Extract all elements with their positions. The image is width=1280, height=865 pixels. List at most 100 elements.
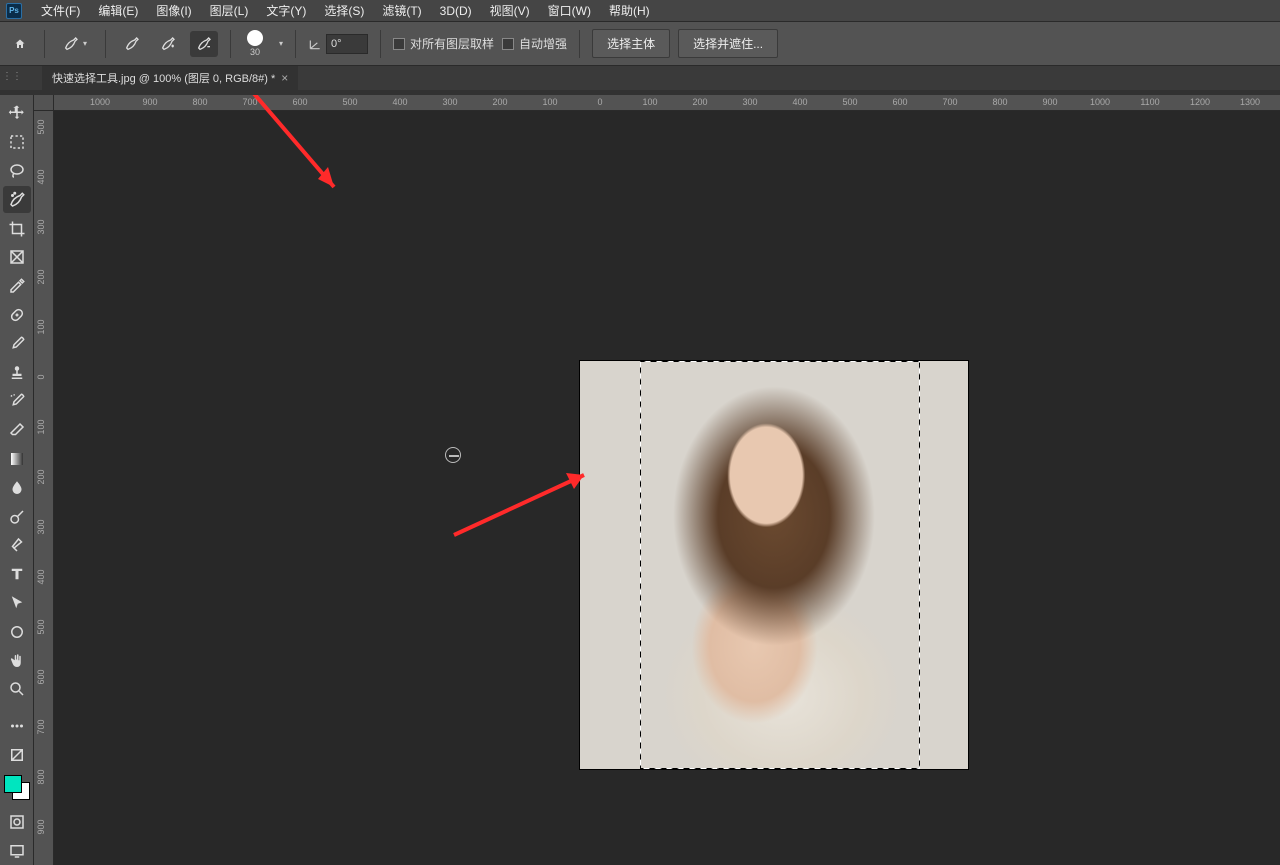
color-swatches[interactable] (4, 775, 30, 800)
ruler-tick: 100 (36, 319, 46, 334)
document-tab-bar: 快速选择工具.jpg @ 100% (图层 0, RGB/8#) * × (0, 66, 1280, 90)
ruler-tick: 500 (36, 119, 46, 134)
tool-zoom[interactable] (3, 676, 31, 703)
subtract-selection-button[interactable] (190, 31, 218, 57)
menu-edit[interactable]: 编辑(E) (89, 0, 147, 22)
home-button[interactable] (8, 31, 32, 57)
menu-layer[interactable]: 图层(L) (201, 0, 258, 22)
separator (44, 30, 45, 58)
tool-edit-toolbar[interactable] (3, 741, 31, 768)
separator (295, 30, 296, 58)
angle-icon (308, 37, 322, 51)
brush-preset-picker[interactable]: 30 (243, 30, 267, 57)
ruler-tick: 900 (142, 97, 157, 107)
tool-pen[interactable] (3, 532, 31, 559)
ruler-tick: 100 (542, 97, 557, 107)
tool-lasso[interactable] (3, 158, 31, 185)
ruler-tick: 300 (36, 519, 46, 534)
checkbox-label: 对所有图层取样 (410, 35, 494, 52)
menu-window[interactable]: 窗口(W) (539, 0, 600, 22)
ruler-tick: 0 (597, 97, 602, 107)
options-bar: ▾ 30 ▾ 对所有图层取样 自动增强 选择主体 选择并遮住... (0, 22, 1280, 66)
checkbox-box-icon (502, 38, 514, 50)
ruler-tick: 1000 (90, 97, 110, 107)
ruler-vertical: 5004003002001000100200300400500600700800… (34, 111, 54, 865)
menu-view[interactable]: 视图(V) (481, 0, 539, 22)
tool-menu[interactable] (3, 712, 31, 739)
tool-gradient[interactable] (3, 446, 31, 473)
panel-toggle-icon[interactable]: ⋮⋮ (4, 68, 20, 84)
ruler-tick: 600 (892, 97, 907, 107)
checkbox-label: 自动增强 (519, 35, 567, 52)
angle-input[interactable] (326, 34, 368, 54)
tool-marquee[interactable] (3, 129, 31, 156)
tool-type[interactable] (3, 561, 31, 588)
select-and-mask-button[interactable]: 选择并遮住... (678, 29, 778, 58)
checkbox-box-icon (393, 38, 405, 50)
tool-blur[interactable] (3, 474, 31, 501)
select-subject-button[interactable]: 选择主体 (592, 29, 670, 58)
document-tab[interactable]: 快速选择工具.jpg @ 100% (图层 0, RGB/8#) * × (42, 66, 298, 90)
menu-help[interactable]: 帮助(H) (600, 0, 659, 22)
ruler-tick: 500 (36, 619, 46, 634)
brush-preview-icon (247, 30, 263, 46)
ruler-horizontal: 1000900800700600500400300200100010020030… (54, 95, 1280, 111)
tool-preset-dropdown[interactable]: ▾ (57, 31, 93, 57)
menu-bar: Ps 文件(F) 编辑(E) 图像(I) 图层(L) 文字(Y) 选择(S) 滤… (0, 0, 1280, 22)
menu-filter[interactable]: 滤镜(T) (373, 0, 430, 22)
tool-brush[interactable] (3, 330, 31, 357)
tool-eyedropper[interactable] (3, 273, 31, 300)
ruler-tick: 700 (36, 719, 46, 734)
brush-size-label: 30 (250, 47, 260, 57)
angle-control (308, 34, 368, 54)
ruler-corner (34, 95, 54, 111)
ruler-tick: 200 (692, 97, 707, 107)
tool-shape[interactable] (3, 618, 31, 645)
ruler-tick: 800 (36, 769, 46, 784)
ruler-tick: 300 (36, 219, 46, 234)
separator (105, 30, 106, 58)
ruler-tick: 1000 (1090, 97, 1110, 107)
tool-heal[interactable] (3, 302, 31, 329)
tool-frame[interactable] (3, 244, 31, 271)
ruler-tick: 300 (742, 97, 757, 107)
tool-eraser[interactable] (3, 417, 31, 444)
ruler-tick: 600 (292, 97, 307, 107)
ruler-tick: 500 (842, 97, 857, 107)
brush-dropdown-icon[interactable]: ▾ (279, 39, 283, 48)
menu-image[interactable]: 图像(I) (147, 0, 200, 22)
add-selection-button[interactable] (154, 31, 182, 57)
ruler-tick: 800 (192, 97, 207, 107)
menu-select[interactable]: 选择(S) (315, 0, 373, 22)
auto-enhance-checkbox[interactable]: 自动增强 (502, 35, 567, 52)
tool-path-select[interactable] (3, 590, 31, 617)
foreground-color-swatch[interactable] (4, 775, 22, 793)
brush-cursor-icon (445, 447, 461, 463)
tool-quick-select[interactable] (3, 186, 31, 213)
tool-quick-mask[interactable] (3, 809, 31, 836)
tool-screen-mode[interactable] (3, 837, 31, 864)
ruler-tick: 400 (36, 569, 46, 584)
toolbox (0, 95, 34, 865)
menu-file[interactable]: 文件(F) (32, 0, 89, 22)
tool-stamp[interactable] (3, 359, 31, 386)
document-image[interactable] (580, 361, 968, 769)
menu-type[interactable]: 文字(Y) (257, 0, 315, 22)
sample-all-layers-checkbox[interactable]: 对所有图层取样 (393, 35, 494, 52)
ruler-tick: 400 (792, 97, 807, 107)
ruler-tick: 800 (992, 97, 1007, 107)
tool-crop[interactable] (3, 215, 31, 242)
canvas-area[interactable]: 1000900800700600500400300200100010020030… (34, 95, 1280, 865)
tool-history-brush[interactable] (3, 388, 31, 415)
ruler-tick: 100 (642, 97, 657, 107)
tab-close-button[interactable]: × (281, 71, 288, 85)
menu-3d[interactable]: 3D(D) (431, 1, 481, 21)
ruler-tick: 200 (492, 97, 507, 107)
tool-move[interactable] (3, 100, 31, 127)
ruler-tick: 900 (36, 819, 46, 834)
tool-dodge[interactable] (3, 503, 31, 530)
ruler-tick: 200 (36, 469, 46, 484)
app-logo: Ps (6, 3, 22, 19)
tool-hand[interactable] (3, 647, 31, 674)
new-selection-button[interactable] (118, 31, 146, 57)
